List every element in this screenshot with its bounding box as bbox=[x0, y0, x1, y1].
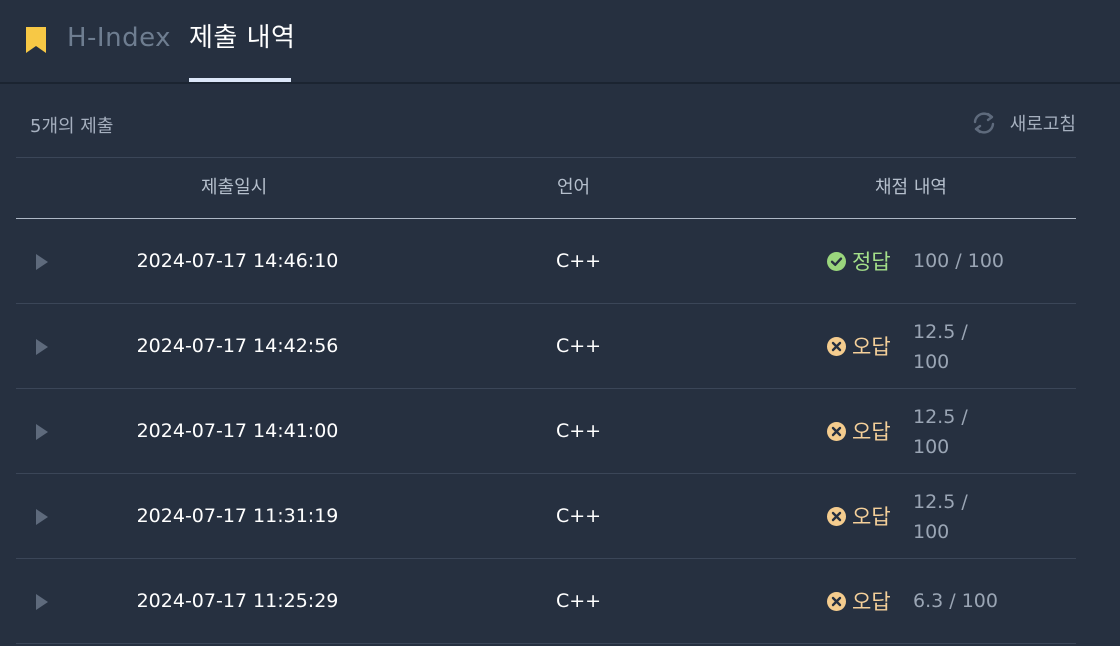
score-line-1: 100 / 100 bbox=[913, 250, 1005, 272]
verdict-badge: 오답 bbox=[827, 502, 891, 530]
verdict-badge: 오답 bbox=[827, 332, 891, 360]
verdict-label: 오답 bbox=[852, 420, 891, 444]
table-row[interactable]: 2024-07-17 11:25:29 C++ 오답 6.3 / 100 bbox=[16, 559, 1076, 644]
table-header: 제출일시 언어 채점 내역 bbox=[16, 157, 1076, 219]
verdict-label: 정답 bbox=[852, 250, 891, 274]
score-value: 12.5 / 100 bbox=[913, 487, 993, 547]
submission-language: C++ bbox=[556, 420, 602, 442]
submission-date: 2024-07-17 11:31:19 bbox=[136, 505, 339, 527]
column-header-date: 제출일시 bbox=[201, 177, 268, 198]
verdict-badge: 오답 bbox=[827, 417, 891, 445]
submissions-table: 제출일시 언어 채점 내역 2024-07-17 14:46:10 C++ 정답… bbox=[16, 157, 1076, 644]
score-value: 6.3 / 100 bbox=[913, 586, 1033, 616]
score-line-2: 100 bbox=[913, 436, 950, 458]
x-circle-icon bbox=[827, 421, 846, 441]
score-line-1: 12.5 / bbox=[913, 491, 968, 513]
tab-h-index[interactable]: H-Index bbox=[67, 20, 171, 82]
table-row[interactable]: 2024-07-17 14:46:10 C++ 정답 100 / 100 bbox=[16, 219, 1076, 304]
column-header-language: 언어 bbox=[557, 177, 591, 198]
tab-submission-history[interactable]: 제출 내역 bbox=[189, 20, 295, 82]
score-value: 100 / 100 bbox=[913, 246, 1033, 276]
submission-language: C++ bbox=[556, 590, 602, 612]
submission-date: 2024-07-17 14:41:00 bbox=[136, 420, 339, 442]
submission-language: C++ bbox=[556, 505, 602, 527]
table-row[interactable]: 2024-07-17 11:31:19 C++ 오답 12.5 / 100 bbox=[16, 474, 1076, 559]
submission-date: 2024-07-17 11:25:29 bbox=[136, 590, 339, 612]
score-line-2: 100 bbox=[913, 521, 950, 543]
submission-language: C++ bbox=[556, 335, 602, 357]
score-value: 12.5 / 100 bbox=[913, 402, 993, 462]
submission-count: 5개의 제출 bbox=[30, 116, 114, 137]
x-circle-icon bbox=[827, 591, 846, 611]
score-line-2: 100 bbox=[913, 351, 950, 373]
refresh-icon bbox=[973, 112, 994, 134]
verdict-badge: 정답 bbox=[827, 247, 891, 275]
score-line-1: 12.5 / bbox=[913, 406, 968, 428]
score-value: 12.5 / 100 bbox=[913, 317, 993, 377]
refresh-button[interactable]: 새로고침 bbox=[970, 108, 1076, 138]
verdict-label: 오답 bbox=[852, 590, 891, 614]
active-tab-indicator bbox=[189, 78, 291, 82]
bookmark-icon bbox=[26, 27, 46, 53]
submission-date: 2024-07-17 14:46:10 bbox=[136, 250, 339, 272]
table-row[interactable]: 2024-07-17 14:42:56 C++ 오답 12.5 / 100 bbox=[16, 304, 1076, 389]
x-circle-icon bbox=[827, 506, 846, 526]
table-row[interactable]: 2024-07-17 14:41:00 C++ 오답 12.5 / 100 bbox=[16, 389, 1076, 474]
top-bar: H-Index 제출 내역 bbox=[0, 0, 1120, 84]
score-line-1: 6.3 / 100 bbox=[913, 590, 998, 612]
verdict-label: 오답 bbox=[852, 505, 891, 529]
verdict-label: 오답 bbox=[852, 335, 891, 359]
column-header-result: 채점 내역 bbox=[875, 177, 947, 198]
score-line-1: 12.5 / bbox=[913, 321, 968, 343]
verdict-badge: 오답 bbox=[827, 587, 891, 615]
refresh-label: 새로고침 bbox=[1009, 114, 1076, 135]
x-circle-icon bbox=[827, 336, 846, 356]
submission-language: C++ bbox=[556, 250, 602, 272]
check-circle-icon bbox=[827, 251, 846, 271]
submission-date: 2024-07-17 14:42:56 bbox=[136, 335, 339, 357]
